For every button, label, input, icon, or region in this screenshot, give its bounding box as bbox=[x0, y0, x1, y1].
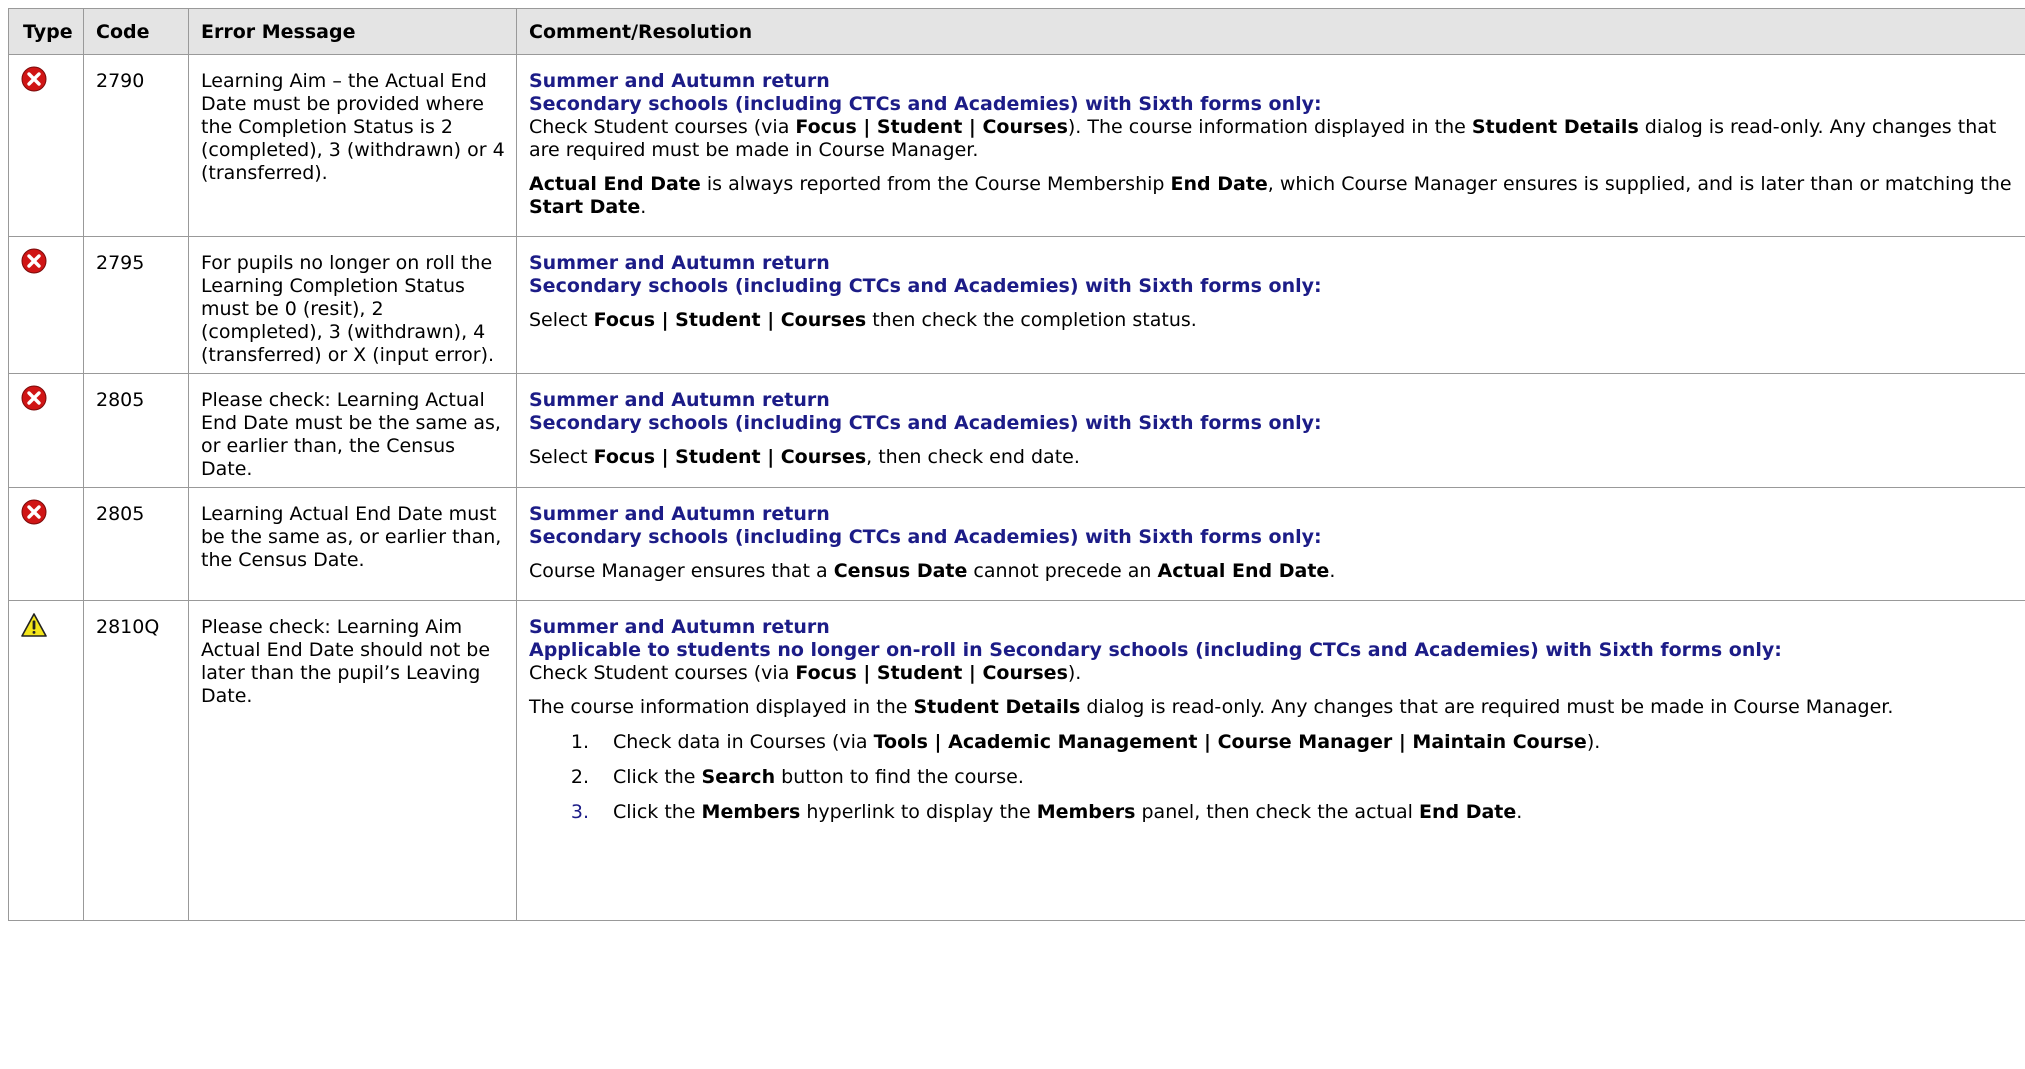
error-icon bbox=[21, 248, 47, 274]
header-comment-resolution: Comment/Resolution bbox=[516, 8, 2025, 55]
error-icon bbox=[21, 66, 47, 92]
return-heading: Summer and Autumn return bbox=[529, 70, 830, 92]
code-cell: 2790 bbox=[83, 54, 189, 237]
warning-icon bbox=[21, 613, 47, 637]
applicability-heading: Secondary schools (including CTCs and Ac… bbox=[529, 526, 1322, 548]
type-cell bbox=[8, 54, 84, 237]
error-icon bbox=[21, 385, 47, 411]
applicability-heading: Secondary schools (including CTCs and Ac… bbox=[529, 93, 1322, 115]
type-cell bbox=[8, 600, 84, 921]
return-heading: Summer and Autumn return bbox=[529, 252, 830, 274]
error-message-cell: For pupils no longer on roll the Learnin… bbox=[188, 236, 517, 374]
code-cell: 2805 bbox=[83, 487, 189, 601]
resolution-text: Select Focus | Student | Courses then ch… bbox=[529, 309, 1197, 331]
type-cell bbox=[8, 373, 84, 488]
comment-cell: Summer and Autumn return Secondary schoo… bbox=[516, 487, 2025, 601]
table-row: 2795 For pupils no longer on roll the Le… bbox=[8, 236, 2025, 374]
error-message-cell: Please check: Learning Aim Actual End Da… bbox=[188, 600, 517, 921]
return-heading: Summer and Autumn return bbox=[529, 389, 830, 411]
table-header-row: Type Code Error Message Comment/Resoluti… bbox=[8, 8, 2025, 55]
type-cell bbox=[8, 236, 84, 374]
header-code: Code bbox=[83, 8, 189, 55]
resolution-text: Check Student courses (via Focus | Stude… bbox=[529, 662, 1082, 684]
step-number: 1. bbox=[570, 731, 589, 753]
resolution-note: Actual End Date is always reported from … bbox=[529, 173, 2012, 218]
table-row: 2805 Please check: Learning Actual End D… bbox=[8, 373, 2025, 488]
code-cell: 2795 bbox=[83, 236, 189, 374]
comment-cell: Summer and Autumn return Secondary schoo… bbox=[516, 236, 2025, 374]
table-row: 2810Q Please check: Learning Aim Actual … bbox=[8, 600, 2025, 921]
resolution-text: Check Student courses (via Focus | Stude… bbox=[529, 116, 1997, 161]
header-type: Type bbox=[8, 8, 84, 55]
error-message-cell: Learning Aim – the Actual End Date must … bbox=[188, 54, 517, 237]
code-cell: 2805 bbox=[83, 373, 189, 488]
list-item: 3. Click the Members hyperlink to display… bbox=[529, 801, 2025, 824]
applicability-heading: Secondary schools (including CTCs and Ac… bbox=[529, 412, 1322, 434]
header-error-message: Error Message bbox=[188, 8, 517, 55]
type-cell bbox=[8, 487, 84, 601]
comment-cell: Summer and Autumn return Applicable to s… bbox=[516, 600, 2025, 921]
applicability-heading: Applicable to students no longer on-roll… bbox=[529, 639, 1782, 661]
table-row: 2790 Learning Aim – the Actual End Date … bbox=[8, 54, 2025, 237]
resolution-note: The course information displayed in the … bbox=[529, 696, 1894, 718]
return-heading: Summer and Autumn return bbox=[529, 503, 830, 525]
applicability-heading: Secondary schools (including CTCs and Ac… bbox=[529, 275, 1322, 297]
resolution-text: Select Focus | Student | Courses, then c… bbox=[529, 446, 1080, 468]
error-icon bbox=[21, 499, 47, 525]
table-row: 2805 Learning Actual End Date must be th… bbox=[8, 487, 2025, 601]
error-message-cell: Please check: Learning Actual End Date m… bbox=[188, 373, 517, 488]
return-heading: Summer and Autumn return bbox=[529, 616, 830, 638]
list-item: 1. Check data in Courses (via Tools | Aca… bbox=[529, 731, 2025, 754]
error-message-cell: Learning Actual End Date must be the sam… bbox=[188, 487, 517, 601]
step-number: 3. bbox=[570, 801, 589, 823]
validation-error-table: Type Code Error Message Comment/Resoluti… bbox=[8, 8, 2025, 921]
list-item: 2. Click the Search button to find the co… bbox=[529, 766, 2025, 789]
resolution-text: Course Manager ensures that a Census Dat… bbox=[529, 560, 1336, 582]
step-number: 2. bbox=[570, 766, 589, 788]
code-cell: 2810Q bbox=[83, 600, 189, 921]
comment-cell: Summer and Autumn return Secondary schoo… bbox=[516, 54, 2025, 237]
comment-cell: Summer and Autumn return Secondary schoo… bbox=[516, 373, 2025, 488]
resolution-steps: 1. Check data in Courses (via Tools | Aca… bbox=[529, 731, 2025, 824]
